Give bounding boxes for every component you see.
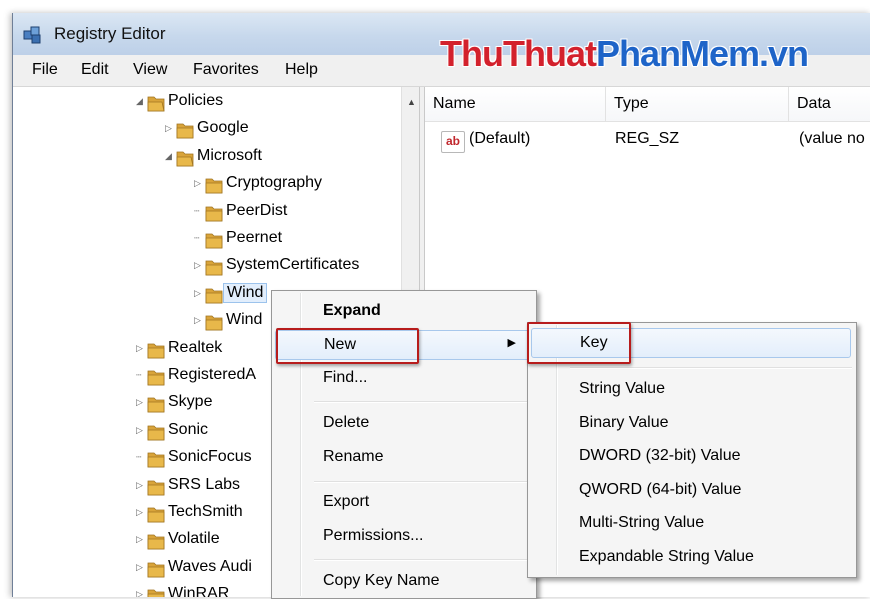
tree-item-label: Policies — [168, 92, 224, 109]
value-data-cell[interactable]: (value no — [799, 130, 865, 148]
folder-icon — [147, 370, 165, 386]
tree-item-label: Skype — [168, 393, 213, 411]
tree-connector-line: ┄ — [136, 452, 142, 463]
folder-icon — [147, 480, 165, 495]
folder-icon — [205, 315, 223, 331]
tree-item-label: SystemCertificates — [226, 256, 360, 274]
submenu-item-multi-string-value[interactable]: Multi-String Value — [531, 509, 851, 537]
expand-arrow-icon[interactable]: ▷ — [194, 315, 204, 326]
collapse-arrow-icon[interactable]: ◢ — [136, 96, 146, 107]
tree-item-label: PeerDist — [226, 201, 288, 219]
folder-icon — [205, 288, 223, 304]
brand-part-2: PhanMem.vn — [595, 33, 809, 74]
folder-icon — [147, 397, 165, 413]
menu-item-permissions[interactable]: Permissions... — [275, 522, 531, 550]
menu-item-copy-key-name[interactable]: Copy Key Name — [275, 567, 531, 595]
tree-item-label: Wind — [223, 282, 268, 303]
tree-item-label: Wind — [226, 311, 263, 329]
submenu-item-qword-value[interactable]: QWORD (64-bit) Value — [531, 476, 851, 504]
tree-item-label: Microsoft — [197, 146, 262, 164]
tree-item-label: Realtek — [168, 338, 223, 356]
folder-icon — [205, 260, 223, 276]
submenu-item-binary-value[interactable]: Binary Value — [531, 409, 851, 437]
menu-edit[interactable]: Edit — [81, 61, 109, 79]
expand-arrow-icon[interactable]: ▷ — [136, 425, 146, 436]
submenu-item-expandable-string-value[interactable]: Expandable String Value — [531, 543, 851, 571]
tree-item-label: Cryptography — [226, 174, 323, 192]
tree-connector-line: ┄ — [194, 205, 200, 216]
submenu-item-string-value[interactable]: String Value — [531, 375, 851, 403]
menu-item-export[interactable]: Export — [275, 488, 531, 516]
column-header-type[interactable]: Type — [606, 87, 789, 122]
folder-icon — [147, 343, 165, 358]
window-title: Registry Editor — [54, 24, 166, 43]
tree-connector-line: ┄ — [136, 370, 142, 380]
expand-arrow-icon[interactable]: ▷ — [136, 343, 146, 354]
menu-item-find[interactable]: Find... — [275, 364, 531, 392]
expand-arrow-icon[interactable]: ▷ — [194, 260, 204, 271]
column-header-data[interactable]: Data — [789, 87, 870, 122]
expand-arrow-icon[interactable]: ▷ — [194, 178, 204, 189]
registry-editor-icon — [23, 26, 41, 44]
folder-icon — [147, 589, 165, 597]
brand-watermark: ThuThuatPhanMem.vn — [440, 33, 809, 75]
string-value-icon: ab — [441, 131, 465, 153]
scroll-up-icon[interactable]: ▲ — [407, 97, 416, 107]
menu-separator — [314, 401, 532, 403]
tree-item-label: Sonic — [168, 420, 209, 438]
folder-icon — [147, 452, 165, 468]
folder-icon — [176, 123, 194, 139]
folder-icon — [147, 562, 165, 578]
tree-connector-line: ┄ — [194, 233, 200, 243]
expand-arrow-icon[interactable]: ▷ — [194, 288, 204, 299]
folder-icon — [147, 96, 165, 112]
folder-icon — [147, 507, 165, 523]
expand-arrow-icon[interactable]: ▷ — [136, 507, 146, 518]
expand-arrow-icon[interactable]: ▷ — [165, 123, 175, 134]
folder-icon — [147, 534, 165, 550]
value-type-cell[interactable]: REG_SZ — [615, 130, 679, 148]
menu-separator — [570, 367, 852, 369]
collapse-arrow-icon[interactable]: ◢ — [165, 151, 175, 162]
folder-icon — [205, 233, 223, 249]
value-name-cell[interactable]: (Default) — [469, 130, 530, 148]
menu-item-delete[interactable]: Delete — [275, 409, 531, 437]
expand-arrow-icon[interactable]: ▷ — [136, 534, 146, 545]
tree-item-label: Peernet — [226, 229, 283, 246]
menu-view[interactable]: View — [133, 61, 167, 79]
tree-item-label: Volatile — [168, 530, 220, 548]
menu-item-rename[interactable]: Rename — [275, 443, 531, 471]
folder-icon — [176, 151, 194, 167]
tree-item-label: WinRAR — [168, 585, 230, 597]
folder-icon — [205, 206, 223, 221]
expand-arrow-icon[interactable]: ▷ — [136, 562, 146, 573]
tree-item-label: RegisteredA — [168, 366, 257, 383]
folder-icon — [205, 178, 223, 194]
tree-item-label: Waves Audi — [168, 557, 252, 575]
submenu-arrow-icon: ▶ — [507, 337, 516, 349]
menu-help[interactable]: Help — [285, 61, 318, 79]
tree-item-label: SonicFocus — [168, 448, 252, 466]
expand-arrow-icon[interactable]: ▷ — [136, 397, 146, 408]
folder-icon — [147, 425, 165, 441]
menu-item-expand[interactable]: Expand — [275, 297, 531, 325]
submenu-item-dword-value[interactable]: DWORD (32-bit) Value — [531, 442, 851, 470]
column-header-name[interactable]: Name — [425, 87, 606, 122]
expand-arrow-icon[interactable]: ▷ — [136, 480, 146, 491]
brand-part-1: ThuThuat — [440, 33, 597, 74]
menu-separator — [314, 481, 532, 483]
highlight-box-new — [276, 328, 419, 364]
menu-favorites[interactable]: Favorites — [193, 61, 259, 79]
tree-item-label: Google — [197, 119, 249, 137]
menu-file[interactable]: File — [32, 61, 58, 79]
expand-arrow-icon[interactable]: ▷ — [136, 589, 146, 597]
tree-item-label: TechSmith — [168, 503, 243, 520]
highlight-box-key — [527, 322, 631, 364]
tree-item-label: SRS Labs — [168, 475, 241, 493]
menu-separator — [314, 559, 532, 561]
